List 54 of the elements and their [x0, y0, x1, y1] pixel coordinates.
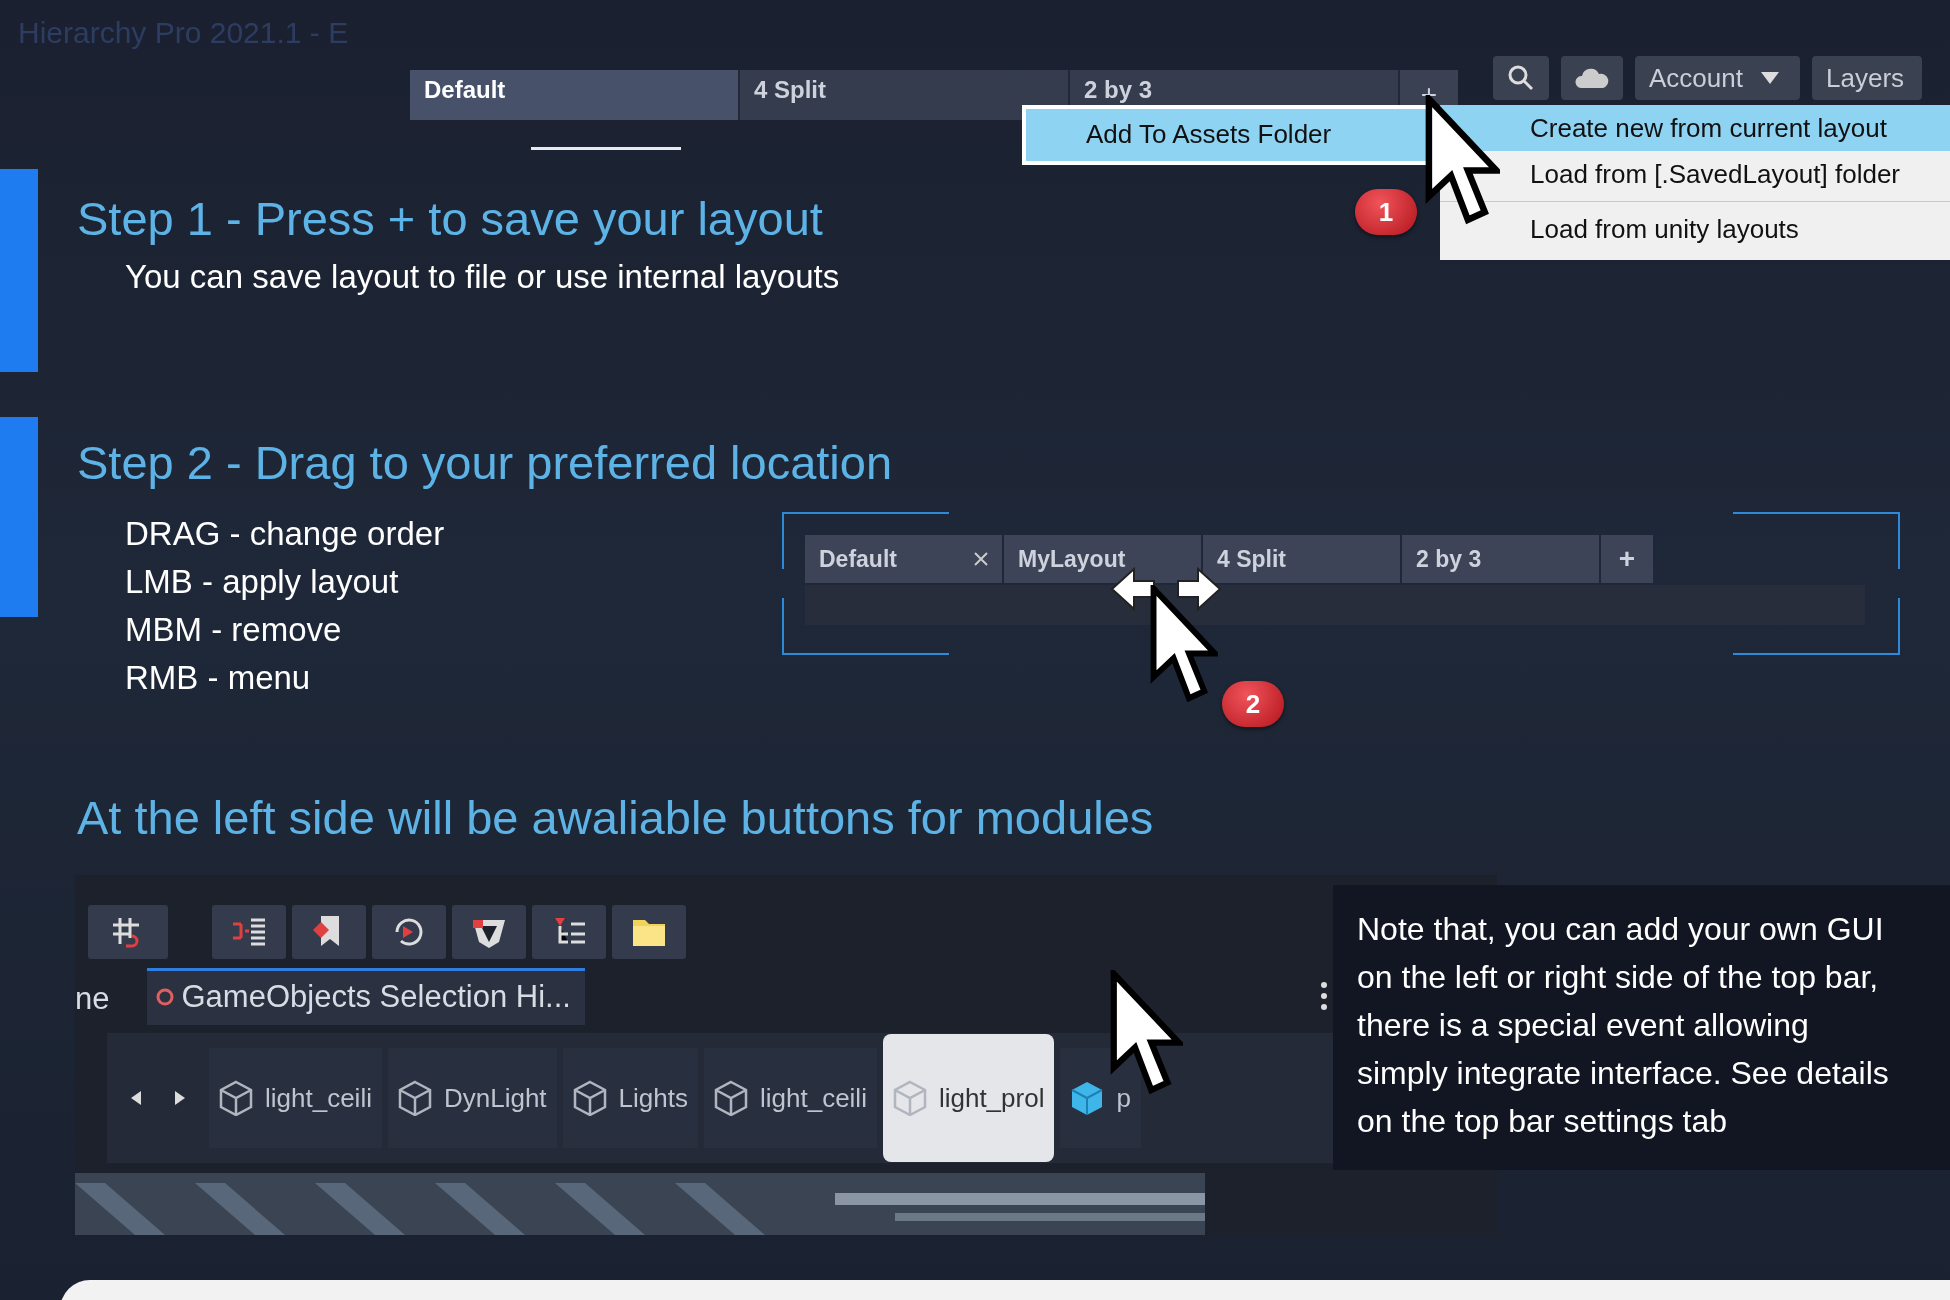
module-button[interactable] — [88, 905, 168, 959]
instruction-line: DRAG - change order — [125, 514, 446, 554]
search-icon — [1507, 64, 1535, 92]
cloud-button[interactable] — [1561, 56, 1623, 100]
step-heading: Step 1 - Press + to save your layout — [77, 191, 824, 246]
cube-icon — [397, 1080, 432, 1116]
layout-tab[interactable]: 4 Split — [1203, 535, 1400, 583]
step-marker: 1 — [1355, 189, 1417, 235]
step-heading: Step 2 - Drag to your preferred location — [77, 435, 894, 490]
account-dropdown[interactable]: Account — [1635, 56, 1800, 100]
layers-dropdown[interactable]: Layers — [1812, 56, 1922, 100]
caret-icon — [1760, 72, 1779, 84]
hierarchy-item[interactable]: light_ceili — [703, 1048, 877, 1148]
layout-tab[interactable]: Default — [805, 535, 1002, 583]
cube-icon — [572, 1080, 607, 1116]
note-text: Note that, you can add your own GUI on the left or right side of the top bar, there is a special event allowing simply integrate interface. See details on the top bar settings tab — [1333, 885, 1950, 1170]
left-arrow-icon[interactable] — [129, 1090, 143, 1106]
right-arrow-icon[interactable] — [173, 1090, 187, 1106]
cube-icon — [219, 1080, 253, 1116]
close-icon[interactable] — [974, 552, 988, 566]
section-heading: At the left side will be awaliable buttons for modules — [77, 790, 1155, 845]
cursor-icon — [1110, 970, 1183, 1095]
cube-icon — [892, 1080, 927, 1116]
cube-icon — [713, 1080, 748, 1116]
cursor-icon — [1150, 585, 1219, 703]
step-description: You can save layout to file or use internal layouts — [125, 258, 840, 296]
hierarchy-item[interactable]: DynLight — [387, 1048, 557, 1148]
search-button[interactable] — [1493, 56, 1549, 100]
cube-icon — [1070, 1080, 1105, 1116]
panel-tab[interactable]: GameObjects Selection Hi... — [147, 968, 585, 1025]
module-button[interactable] — [452, 905, 526, 959]
module-button[interactable] — [532, 905, 606, 959]
module-button[interactable] — [372, 905, 446, 959]
layout-tab[interactable]: 4 Split — [740, 70, 1068, 120]
instruction-line: MBM - remove — [125, 610, 343, 650]
more-icon[interactable] — [1320, 981, 1328, 1011]
step-marker: 2 — [1222, 681, 1284, 727]
add-layout-button[interactable]: + — [1601, 535, 1653, 583]
module-button[interactable] — [292, 905, 366, 959]
layout-tab[interactable]: MyLayout — [1004, 535, 1201, 583]
menu-item[interactable]: Load from unity layouts — [1440, 206, 1950, 252]
menu-item[interactable]: Create new from current layout — [1440, 105, 1950, 151]
layout-tab[interactable]: 2 by 3 — [1402, 535, 1599, 583]
panel-tab[interactable]: ne — [75, 981, 118, 1025]
module-button[interactable] — [612, 905, 686, 959]
module-button[interactable] — [212, 905, 286, 959]
instruction-line: LMB - apply layout — [125, 562, 400, 602]
hierarchy-item[interactable]: Lights — [562, 1048, 698, 1148]
hierarchy-item[interactable]: light_ceili — [209, 1048, 382, 1148]
instruction-line: RMB - menu — [125, 658, 312, 698]
hierarchy-item[interactable]: p — [1060, 1048, 1141, 1148]
cloud-icon — [1575, 67, 1609, 89]
hierarchy-item[interactable]: light_prol — [882, 1034, 1055, 1162]
menu-item[interactable]: Add To Assets Folder — [1026, 109, 1426, 161]
